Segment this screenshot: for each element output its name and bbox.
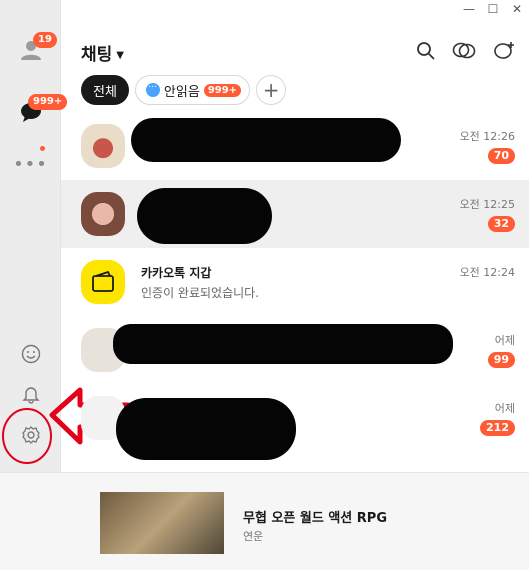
chat-title-dropdown[interactable]: 채팅 ▼: [81, 40, 124, 65]
wallet-avatar: [81, 260, 125, 304]
chat-time: 오전 12:25: [459, 198, 515, 211]
chat-row[interactable]: 어제 99: [61, 316, 529, 384]
emoticon-button[interactable]: [0, 332, 61, 376]
chat-row[interactable]: 카카오톡 지갑 인증이 완료되었습니다. 오전 12:24: [61, 248, 529, 316]
new-chat-button[interactable]: [491, 38, 517, 64]
wallet-icon: [92, 271, 114, 292]
more-icon: •••: [13, 153, 48, 175]
chat-list: 오전 12:26 70 오전 12:25 32 카카오톡 지갑 인증이 완료되었…: [61, 112, 529, 472]
more-dot: [40, 146, 45, 151]
redacted-name: [137, 188, 272, 244]
open-chat-button[interactable]: [451, 38, 477, 64]
unread-badge: 32: [487, 216, 515, 232]
caret-down-icon: ▼: [116, 49, 124, 61]
search-button[interactable]: [413, 38, 439, 64]
avatar: [81, 192, 125, 236]
chat-row[interactable]: 어제 212: [61, 384, 529, 460]
ad-banner[interactable]: 무협 오픈 월드 액션 RPG 연운: [0, 472, 529, 570]
page-title: 채팅: [81, 45, 113, 65]
friends-badge: 19: [33, 32, 57, 48]
friends-tab[interactable]: 19: [0, 28, 61, 72]
settings-button[interactable]: [0, 413, 61, 457]
ad-title: 무협 오픈 월드 액션 RPG: [243, 511, 387, 526]
redacted-name: [131, 118, 401, 162]
filter-chips: 전체 안읽음 999+ +: [81, 75, 287, 105]
minimize-button[interactable]: —: [457, 0, 481, 18]
ad-image: [100, 492, 224, 554]
chat-row[interactable]: 오전 12:26 70: [61, 112, 529, 180]
more-tab[interactable]: •••: [0, 142, 61, 186]
add-filter-button[interactable]: +: [256, 75, 287, 105]
unread-count-badge: 999+: [203, 83, 242, 97]
unread-badge: 212: [480, 420, 515, 436]
close-button[interactable]: ✕: [505, 0, 529, 18]
filter-all-chip[interactable]: 전체: [81, 75, 129, 105]
notifications-button[interactable]: [0, 372, 61, 416]
window-controls: — ☐ ✕: [457, 0, 529, 18]
chats-badge: 999+: [28, 94, 68, 110]
filter-unread-label: 안읽음: [163, 84, 200, 100]
open-chat-icon: [452, 42, 476, 59]
maximize-button[interactable]: ☐: [481, 0, 505, 18]
filter-unread-chip[interactable]: 안읽음 999+: [134, 75, 251, 105]
smile-icon: [21, 344, 40, 364]
chat-name: 카카오톡 지갑: [141, 266, 212, 280]
unread-badge: 99: [487, 352, 515, 368]
chat-last-message: 인증이 완료되었습니다.: [141, 286, 260, 300]
chat-time: 오전 12:26: [459, 130, 515, 143]
redacted-name: [116, 398, 296, 460]
search-icon: [417, 42, 435, 60]
new-chat-icon: [494, 42, 514, 59]
chat-time: 어제: [494, 334, 515, 347]
chat-time: 어제: [494, 402, 515, 415]
left-rail: 19 999+ •••: [0, 0, 68, 472]
kakaotalk-window: — ☐ ✕ 19 999+ ••• 채팅 ▼ 전체 … 안읽음 999+ + 오…: [0, 0, 529, 570]
unread-badge: 70: [487, 148, 515, 164]
chat-header: 채팅 ▼: [61, 30, 529, 74]
plus-icon: +: [262, 78, 280, 102]
bell-icon: [21, 387, 40, 404]
gear-icon: [21, 426, 40, 444]
redacted-name: [113, 324, 453, 364]
chat-dots-icon: [145, 80, 160, 97]
chat-time: 오전 12:24: [459, 266, 515, 279]
ad-subtitle: 연운: [243, 530, 264, 543]
avatar: [81, 124, 125, 168]
chat-row[interactable]: 오전 12:25 32: [61, 180, 529, 248]
chats-tab[interactable]: 999+: [0, 90, 68, 134]
